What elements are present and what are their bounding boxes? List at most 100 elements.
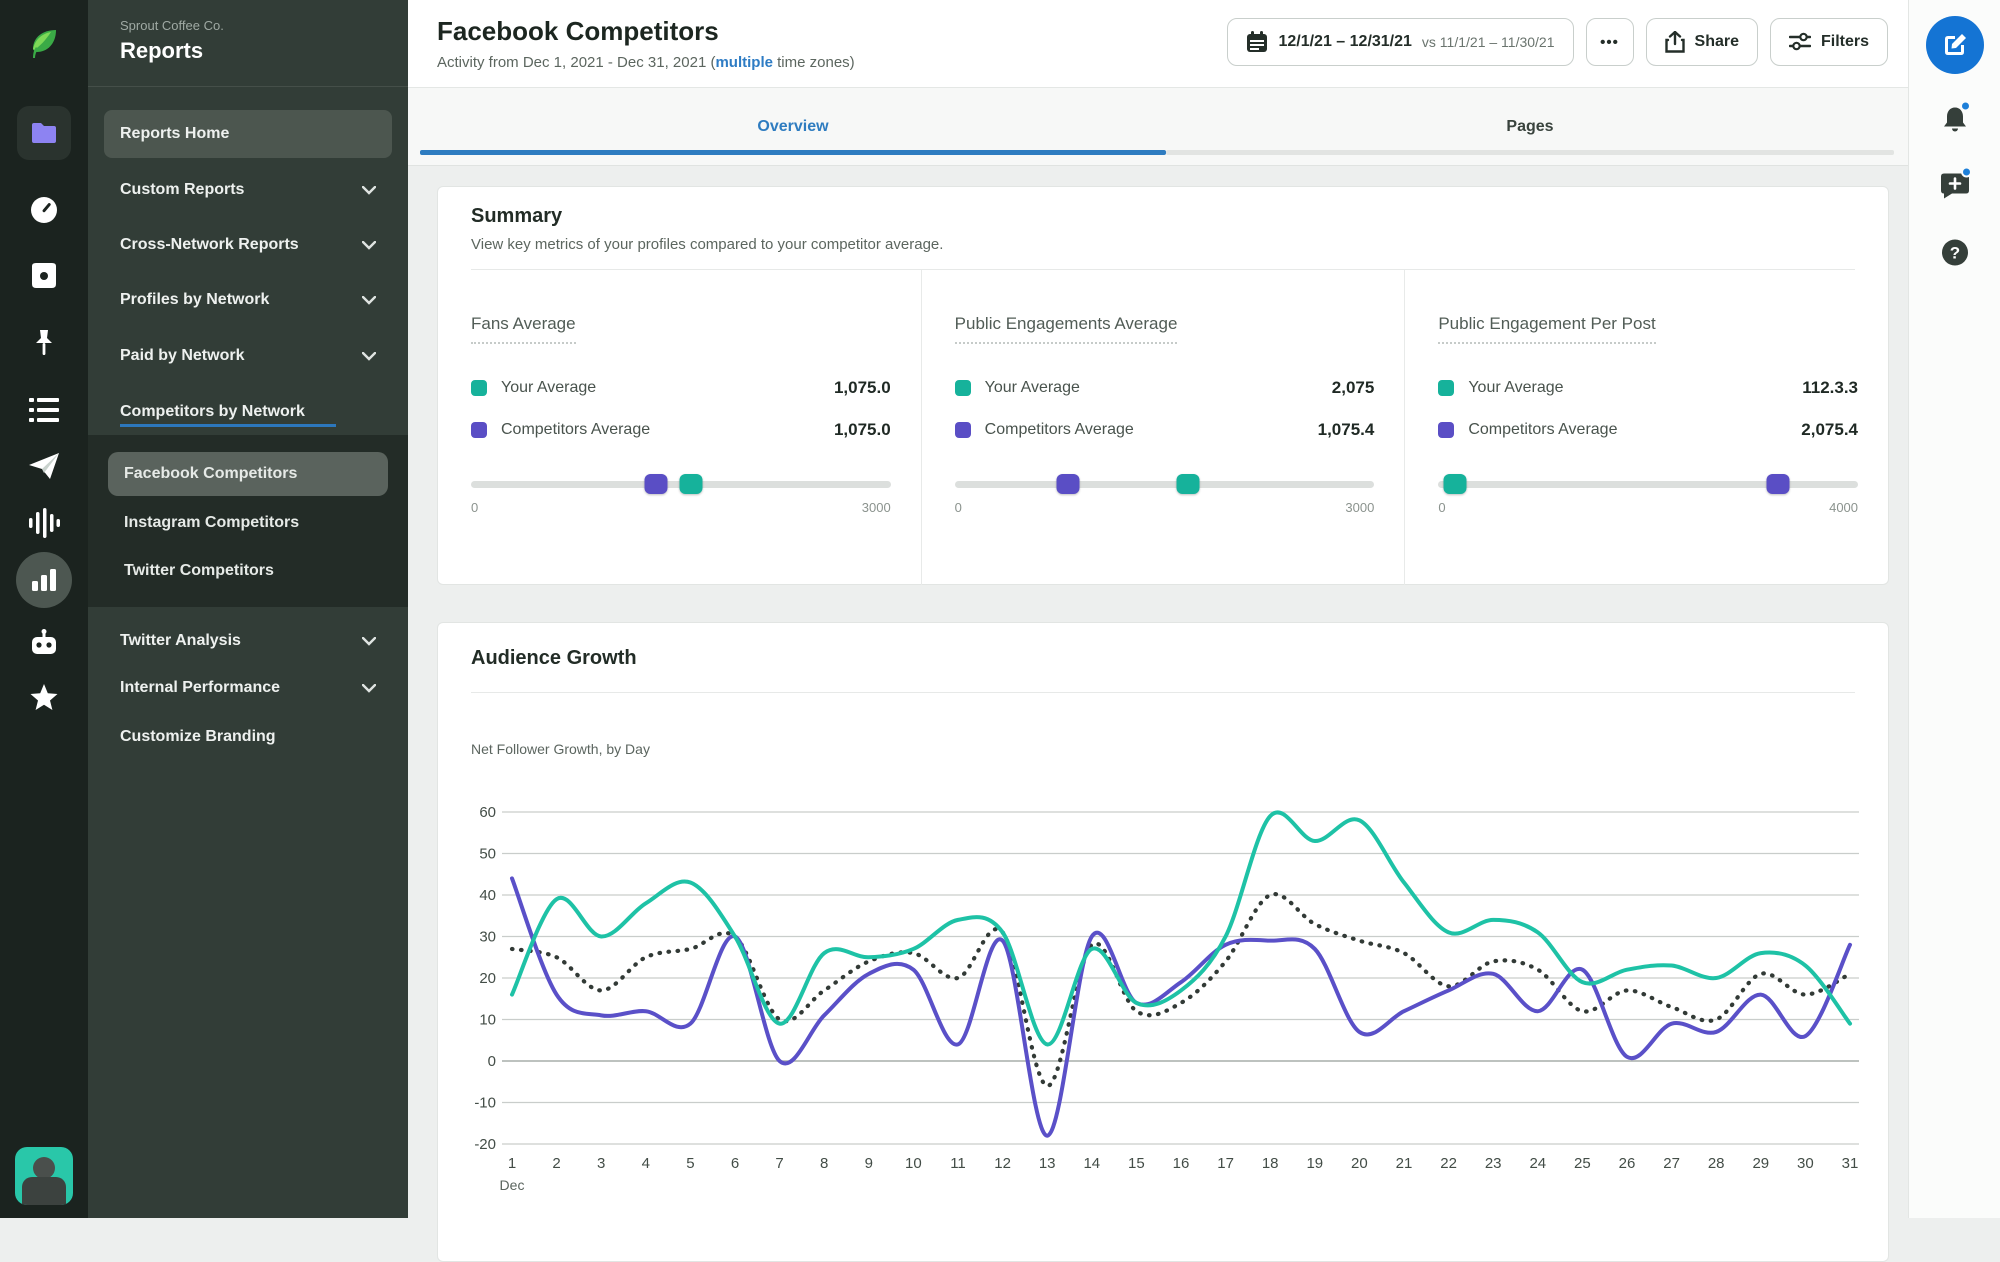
- comparison-slider: [954, 474, 1375, 494]
- x-tick-label: 29: [1752, 1155, 1769, 1172]
- x-tick-label: 6: [731, 1155, 739, 1172]
- date-range-value: 12/1/21 – 12/31/21: [1278, 33, 1412, 50]
- slider-min-label: 0: [471, 500, 479, 515]
- sidebar-divider: [88, 86, 408, 87]
- report-tabbar: Overview Pages: [408, 88, 1910, 166]
- bot-icon[interactable]: [29, 629, 59, 657]
- legend-value: 2,075.4: [1801, 420, 1859, 439]
- compose-button[interactable]: [1926, 16, 1984, 74]
- x-tick-label: 8: [820, 1155, 828, 1172]
- message-badge: [1961, 166, 1972, 178]
- share-button[interactable]: Share: [1645, 18, 1758, 66]
- x-tick-label: 14: [1083, 1155, 1100, 1172]
- legend-row-competitors-average: Competitors Average 1,075.0: [471, 420, 891, 440]
- sidebar-subitem-facebook-competitors[interactable]: Facebook Competitors: [108, 452, 388, 496]
- subtitle-text: Activity from Dec 1, 2021 - Dec 31, 2021…: [437, 54, 716, 71]
- x-tick-label: 20: [1351, 1155, 1368, 1172]
- sidebar-item-reports-home[interactable]: Reports Home: [104, 110, 392, 158]
- reports-sidebar: Sprout Coffee Co. Reports Reports Home C…: [88, 0, 408, 1218]
- active-icon-circle: [16, 552, 72, 608]
- sidebar-item-cross-network-reports[interactable]: Cross-Network Reports: [104, 221, 392, 269]
- sidebar-item-label: Custom Reports: [120, 181, 245, 198]
- sprout-logo-icon[interactable]: [25, 25, 63, 63]
- slider-max-label: 3000: [1345, 500, 1375, 515]
- x-tick-label: 4: [642, 1155, 650, 1172]
- competitors-average-swatch: [1438, 422, 1455, 438]
- slider-handle-purple[interactable]: [1056, 474, 1080, 494]
- x-tick-label: 12: [994, 1155, 1011, 1172]
- slider-handle-purple[interactable]: [644, 474, 668, 494]
- your-average-swatch: [954, 380, 971, 396]
- metric-title[interactable]: Public Engagement Per Post: [1438, 314, 1656, 344]
- chevron-down-icon: [362, 240, 376, 250]
- more-options-button[interactable]: •••: [1585, 18, 1634, 66]
- sidebar-item-internal-performance[interactable]: Internal Performance: [104, 664, 392, 712]
- sidebar-item-custom-reports[interactable]: Custom Reports: [104, 166, 392, 214]
- metric-panel-public-engagements-average: Public Engagements Average Your Average …: [920, 270, 1405, 585]
- sidebar-item-customize-branding[interactable]: Customize Branding: [104, 713, 392, 761]
- legend-value: 2,075: [1331, 378, 1375, 397]
- metric-legend: Your Average 1,075.0 Competitors Average…: [471, 378, 891, 440]
- y-tick-label: -10: [474, 1095, 496, 1112]
- filters-button[interactable]: Filters: [1769, 18, 1888, 66]
- inactive-tab-underline: [1166, 150, 1894, 155]
- multiple-timezones-link[interactable]: multiple: [715, 54, 773, 71]
- y-tick-label: 40: [479, 887, 496, 904]
- publish-plane-icon[interactable]: [28, 452, 60, 480]
- x-tick-label: 1: [508, 1155, 516, 1172]
- reports-bar-chart-icon[interactable]: [16, 552, 72, 608]
- pin-icon[interactable]: [30, 328, 58, 358]
- date-range-button[interactable]: 12/1/21 – 12/31/21 vs 11/1/21 – 11/30/21: [1227, 18, 1574, 66]
- chevron-down-icon: [362, 636, 376, 646]
- main-content: Facebook Competitors Activity from Dec 1…: [408, 0, 1910, 1262]
- x-tick-label: 25: [1574, 1155, 1591, 1172]
- x-tick-label: 23: [1485, 1155, 1502, 1172]
- listening-wave-icon[interactable]: [28, 508, 60, 538]
- star-icon[interactable]: [29, 683, 59, 713]
- avatar-head: [33, 1157, 55, 1179]
- legend-label: Your Average: [501, 379, 597, 396]
- feeds-list-icon[interactable]: [29, 397, 59, 423]
- sidebar-subitem-twitter-competitors[interactable]: Twitter Competitors: [108, 549, 388, 593]
- svg-text:?: ?: [1950, 244, 1960, 263]
- help-icon[interactable]: ?: [1941, 239, 1969, 272]
- y-tick-label: 10: [479, 1012, 496, 1029]
- audience-growth-header: Audience Growth: [438, 623, 1888, 693]
- metric-title[interactable]: Fans Average: [471, 314, 576, 344]
- sidebar-title: Reports: [120, 38, 204, 63]
- dashboard-gauge-icon[interactable]: [29, 195, 59, 225]
- report-header: Facebook Competitors Activity from Dec 1…: [408, 0, 1910, 88]
- sidebar-item-label: Reports Home: [120, 125, 230, 142]
- tab-label: Pages: [1506, 118, 1554, 135]
- sidebar-item-paid-by-network[interactable]: Paid by Network: [104, 332, 392, 380]
- slider-handle-teal[interactable]: [1443, 474, 1467, 494]
- sidebar-item-label: Competitors by Network: [120, 403, 305, 420]
- sidebar-item-profiles-by-network[interactable]: Profiles by Network: [104, 276, 392, 324]
- folder-nav-icon[interactable]: [17, 106, 71, 160]
- subtitle-text-suffix: time zones): [772, 54, 855, 71]
- slider-handle-teal[interactable]: [679, 474, 703, 494]
- x-tick-label: 15: [1128, 1155, 1145, 1172]
- legend-row-competitors-average: Competitors Average 1,075.4: [954, 420, 1374, 440]
- competitors-average-swatch: [954, 422, 971, 438]
- notifications-bell-icon[interactable]: [1940, 100, 1971, 140]
- x-tick-label: 24: [1529, 1155, 1546, 1172]
- user-avatar[interactable]: [15, 1147, 73, 1205]
- slider-handle-teal[interactable]: [1176, 474, 1200, 494]
- sidebar-subitem-instagram-competitors[interactable]: Instagram Competitors: [108, 501, 388, 545]
- metric-title[interactable]: Public Engagements Average: [954, 314, 1178, 344]
- y-tick-label: 30: [479, 929, 496, 946]
- message-plus-icon[interactable]: [1940, 166, 1972, 205]
- metric-panel-fans-average: Fans Average Your Average 1,075.0 Compet…: [438, 270, 921, 585]
- x-tick-label: 13: [1039, 1155, 1056, 1172]
- slider-handle-purple[interactable]: [1766, 474, 1790, 494]
- series-your-profiles: [510, 810, 1852, 1047]
- inbox-icon[interactable]: [28, 262, 60, 290]
- x-tick-label: 27: [1663, 1155, 1680, 1172]
- slider-min-label: 0: [954, 500, 962, 515]
- competitors-subpanel: Facebook Competitors Instagram Competito…: [88, 435, 408, 607]
- sidebar-item-competitors-by-network[interactable]: Competitors by Network: [104, 388, 392, 436]
- sidebar-item-label: Customize Branding: [120, 728, 276, 745]
- sidebar-item-twitter-analysis[interactable]: Twitter Analysis: [104, 617, 392, 665]
- legend-row-competitors-average: Competitors Average 2,075.4: [1438, 420, 1858, 440]
